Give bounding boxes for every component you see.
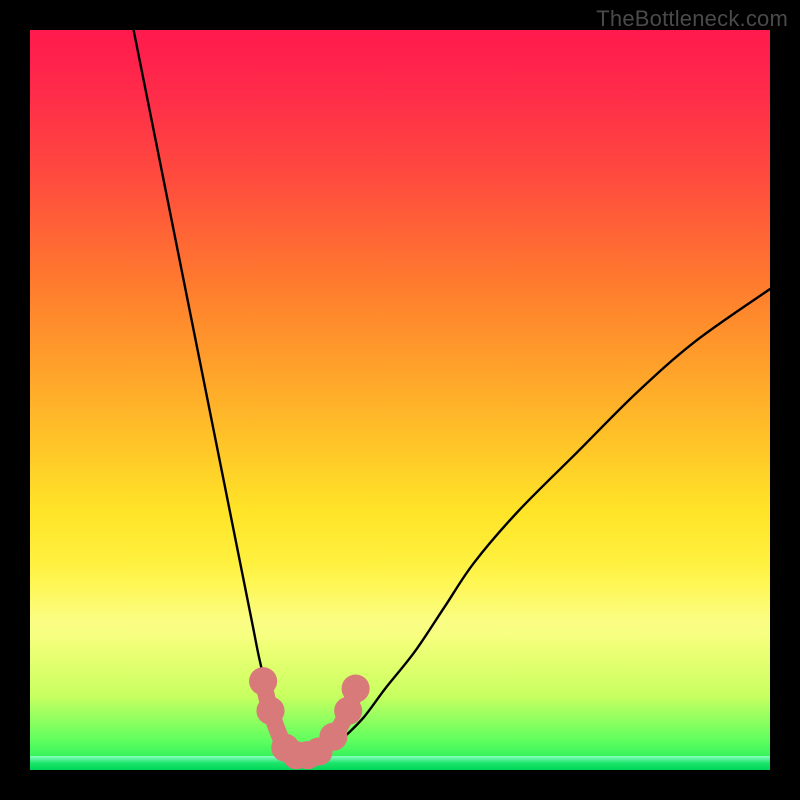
curve-layer xyxy=(30,30,770,770)
trough-marker xyxy=(249,667,277,695)
outer-frame: TheBottleneck.com xyxy=(0,0,800,800)
trough-marker xyxy=(256,697,284,725)
plot-area xyxy=(30,30,770,770)
curve-left-branch xyxy=(134,30,297,755)
trough-marker xyxy=(319,723,347,751)
trough-marker xyxy=(342,675,370,703)
curve-right-branch xyxy=(326,289,770,755)
watermark-text: TheBottleneck.com xyxy=(596,6,788,32)
trough-marker-group xyxy=(249,667,370,769)
